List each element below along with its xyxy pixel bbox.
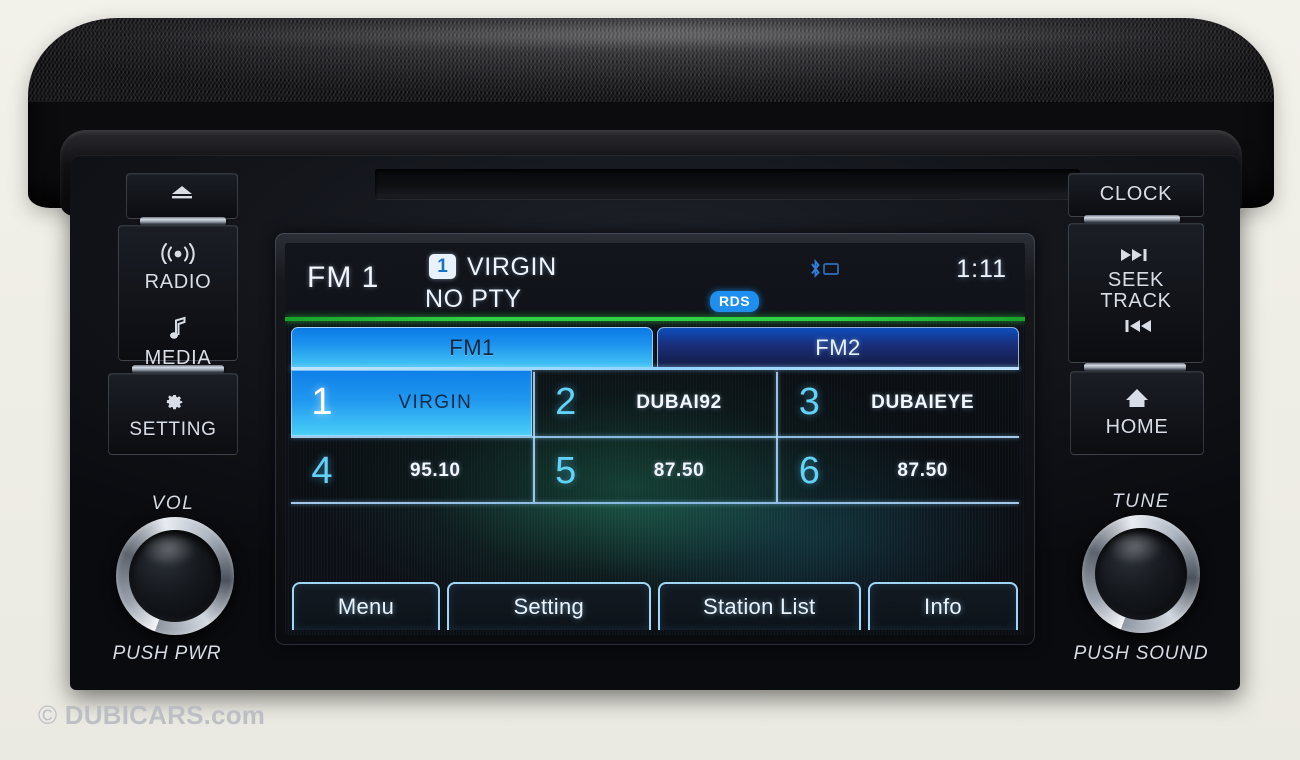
softkey-info[interactable]: Info <box>868 582 1018 630</box>
softkey-menu-label: Menu <box>337 594 395 619</box>
seek-label: SEEK <box>1107 268 1165 291</box>
softkey-bar: Menu Setting Station List Info <box>285 571 1025 635</box>
softkey-station-list[interactable]: Station List <box>657 582 861 630</box>
tab-fm1-label: FM1 <box>449 334 495 360</box>
volume-knob-highlight <box>141 535 197 567</box>
volume-knob[interactable] <box>116 517 234 635</box>
clock-button-label: CLOCK <box>1099 183 1173 206</box>
volume-knob-ring[interactable] <box>116 517 234 635</box>
tab-fm2-label: FM2 <box>815 334 861 360</box>
music-note-icon <box>168 316 188 345</box>
preset-1-label: VIRGIN <box>398 391 473 413</box>
screenshot-root: FM 1 1 VIRGIN NO PTY RDS 1:11 FM1 FM2 1 … <box>0 0 1300 760</box>
seek-forward-icon <box>1119 248 1153 267</box>
lcd-bezel: FM 1 1 VIRGIN NO PTY RDS 1:11 FM1 FM2 1 … <box>275 233 1035 645</box>
clock-button[interactable]: CLOCK <box>1068 173 1204 217</box>
radio-waves-icon <box>157 242 199 269</box>
setting-button[interactable]: SETTING <box>108 373 238 455</box>
preset-button-6[interactable]: 6 87.50 <box>778 438 1019 504</box>
bluetooth-icon <box>810 259 840 279</box>
station-name-text: VIRGIN <box>467 253 557 281</box>
eject-button[interactable] <box>126 173 238 219</box>
head-unit-face: FM 1 1 VIRGIN NO PTY RDS 1:11 FM1 FM2 1 … <box>70 155 1240 690</box>
tab-fm2[interactable]: FM2 <box>657 327 1019 367</box>
watermark-copyright: © <box>38 700 58 730</box>
preset-2-label: DUBAI92 <box>636 391 722 413</box>
setting-button-label: SETTING <box>129 418 217 440</box>
preset-grid-divider-2 <box>776 372 778 502</box>
right-button-panel: CLOCK SEEK TRACK HOME TUNE PUSH SOUND <box>1062 165 1212 685</box>
gear-icon <box>161 388 185 417</box>
band-tab-bar: FM1 FM2 <box>291 327 1019 367</box>
home-icon <box>1124 387 1150 414</box>
preset-button-1[interactable]: 1 VIRGIN <box>291 370 532 436</box>
softkey-menu[interactable]: Menu <box>292 582 440 630</box>
softkey-station-list-label: Station List <box>703 594 816 619</box>
push-pwr-label: PUSH PWR <box>112 643 222 664</box>
preset-5-number: 5 <box>555 449 577 492</box>
eject-icon <box>169 185 195 204</box>
volume-knob-label: VOL <box>151 493 195 514</box>
radio-button-label: RADIO <box>144 271 212 293</box>
current-preset-badge: 1 <box>429 254 456 279</box>
tune-knob-ring[interactable] <box>1082 515 1200 633</box>
preset-grid-midline <box>291 436 1019 438</box>
preset-6-label: 87.50 <box>897 460 948 482</box>
seek-back-icon <box>1119 319 1153 338</box>
preset-4-label: 95.10 <box>410 460 461 482</box>
radio-media-button[interactable]: RADIO MEDIA <box>118 225 238 369</box>
preset-button-4[interactable]: 4 95.10 <box>291 438 532 504</box>
preset-5-label: 87.50 <box>653 460 705 482</box>
softkey-info-label: Info <box>924 594 962 619</box>
tune-knob-highlight <box>1107 533 1163 565</box>
preset-6-number: 6 <box>798 449 820 492</box>
preset-button-2[interactable]: 2 DUBAI92 <box>534 370 776 436</box>
push-sound-label: PUSH SOUND <box>1073 643 1209 664</box>
phone-signal-icon <box>823 263 839 275</box>
softkey-setting-label: Setting <box>513 594 585 619</box>
preset-grid-divider-1 <box>533 372 535 502</box>
header-divider-line <box>285 317 1025 321</box>
preset-3-label: DUBAIEYE <box>871 391 975 413</box>
preset-grid-bottomline <box>291 502 1019 504</box>
home-button[interactable]: HOME <box>1070 371 1204 455</box>
preset-1-number: 1 <box>311 381 333 424</box>
preset-3-number: 3 <box>798 381 820 424</box>
tune-knob[interactable] <box>1082 515 1200 633</box>
preset-4-number: 4 <box>311 449 333 492</box>
pty-text: NO PTY <box>425 285 522 313</box>
watermark-text: DUBICARS.com <box>64 700 266 730</box>
left-button-panel: RADIO MEDIA SETTING VOL PUSH PWR <box>98 165 248 685</box>
home-button-label: HOME <box>1105 416 1169 439</box>
watermark: © DUBICARS.com <box>38 700 265 731</box>
preset-2-number: 2 <box>555 381 577 424</box>
track-label: TRACK <box>1100 290 1172 312</box>
seek-track-button[interactable]: SEEK TRACK <box>1068 223 1204 363</box>
tune-knob-label: TUNE <box>1111 491 1171 512</box>
preset-button-3[interactable]: 3 DUBAIEYE <box>778 370 1019 436</box>
preset-button-5[interactable]: 5 87.50 <box>534 438 776 504</box>
rds-badge: RDS <box>710 291 760 312</box>
tab-fm1[interactable]: FM1 <box>291 327 653 367</box>
band-indicator: FM 1 <box>307 261 380 294</box>
radio-status-header: FM 1 1 VIRGIN NO PTY RDS 1:11 <box>285 243 1025 321</box>
softkey-setting[interactable]: Setting <box>447 582 651 630</box>
clock-readout: 1:11 <box>956 255 1007 283</box>
lcd-screen[interactable]: FM 1 1 VIRGIN NO PTY RDS 1:11 FM1 FM2 1 … <box>285 243 1025 635</box>
cd-slot[interactable] <box>375 169 1080 199</box>
